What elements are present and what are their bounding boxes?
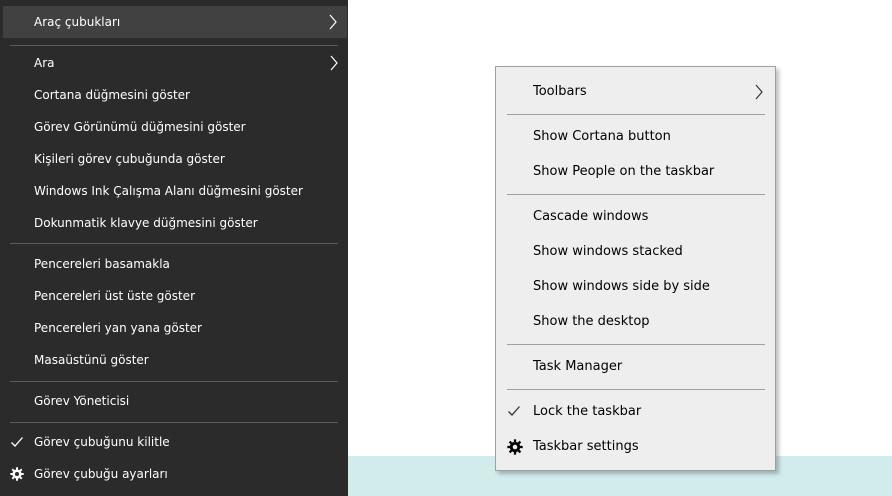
menu-item-kilitle[interactable]: Görev çubuğunu kilitle <box>0 426 348 458</box>
checkmark-icon <box>508 406 520 416</box>
menu-item-label: Görev çubuğu ayarları <box>34 467 168 481</box>
menu-item-show-cortana[interactable]: Show Cortana button <box>496 119 775 154</box>
menu-separator <box>507 389 765 390</box>
menu-item-label: Pencereleri üst üste göster <box>34 289 195 303</box>
menu-item-windows-ink[interactable]: Windows Ink Çalışma Alanı düğmesini göst… <box>0 175 348 207</box>
menu-item-label: Toolbars <box>533 84 587 99</box>
gear-icon <box>507 439 523 455</box>
menu-item-label: Görev Görünümü düğmesini göster <box>34 120 246 134</box>
menu-item-label: Araç çubukları <box>34 15 121 29</box>
menu-item-label: Ara <box>34 56 55 70</box>
menu-item-label: Görev Yöneticisi <box>34 394 130 408</box>
menu-item-ara[interactable]: Ara <box>0 47 348 79</box>
menu-item-arac-cubuklari[interactable]: Araç çubukları <box>3 6 347 38</box>
menu-item-label: Cascade windows <box>533 209 649 224</box>
menu-item-label: Görev çubuğunu kilitle <box>34 435 170 449</box>
menu-separator <box>507 344 765 345</box>
menu-item-label: Show windows side by side <box>533 279 710 294</box>
menu-separator <box>10 45 338 46</box>
menu-item-dokunmatik-klavye[interactable]: Dokunmatik klavye düğmesini göster <box>0 207 348 239</box>
menu-item-label: Masaüstünü göster <box>34 353 149 367</box>
menu-item-label: Dokunmatik klavye düğmesini göster <box>34 216 258 230</box>
chevron-right-icon <box>330 55 338 71</box>
dark-context-menu: Araç çubukları Ara Cortana düğmesini gös… <box>0 0 348 496</box>
menu-item-label: Cortana düğmesini göster <box>34 88 190 102</box>
menu-item-ayarlar[interactable]: Görev çubuğu ayarları <box>0 458 348 490</box>
menu-item-label: Kişileri görev çubuğunda göster <box>34 152 225 166</box>
menu-item-label: Show windows stacked <box>533 244 683 259</box>
menu-item-label: Task Manager <box>533 359 623 374</box>
menu-item-gorev-gorunumu[interactable]: Görev Görünümü düğmesini göster <box>0 111 348 143</box>
menu-item-cascade[interactable]: Cascade windows <box>496 199 775 234</box>
menu-item-ust-uste[interactable]: Pencereleri üst üste göster <box>0 280 348 312</box>
checkmark-icon <box>11 437 23 447</box>
menu-item-yan-yana[interactable]: Pencereleri yan yana göster <box>0 312 348 344</box>
menu-item-stacked[interactable]: Show windows stacked <box>496 234 775 269</box>
menu-item-show-people[interactable]: Show People on the taskbar <box>496 154 775 189</box>
menu-item-label: Show People on the taskbar <box>533 164 715 179</box>
menu-item-label: Pencereleri yan yana göster <box>34 321 202 335</box>
menu-separator <box>10 381 338 382</box>
menu-separator <box>507 194 765 195</box>
menu-item-label: Taskbar settings <box>533 439 639 454</box>
menu-item-kisiler[interactable]: Kişileri görev çubuğunda göster <box>0 143 348 175</box>
menu-separator <box>10 422 338 423</box>
menu-item-label: Windows Ink Çalışma Alanı düğmesini göst… <box>34 184 303 198</box>
menu-item-gorev-yoneticisi[interactable]: Görev Yöneticisi <box>0 385 348 417</box>
menu-separator <box>507 114 765 115</box>
menu-item-taskbar-settings[interactable]: Taskbar settings <box>496 429 775 464</box>
menu-item-label: Lock the taskbar <box>533 404 642 419</box>
menu-item-lock-taskbar[interactable]: Lock the taskbar <box>496 394 775 429</box>
menu-item-label: Show the desktop <box>533 314 650 329</box>
menu-item-task-manager[interactable]: Task Manager <box>496 349 775 384</box>
menu-separator <box>10 243 338 244</box>
menu-item-masaustu[interactable]: Masaüstünü göster <box>0 344 348 376</box>
menu-item-cortana[interactable]: Cortana düğmesini göster <box>0 79 348 111</box>
gear-icon <box>10 467 24 481</box>
chevron-right-icon <box>329 14 337 30</box>
menu-item-toolbars[interactable]: Toolbars <box>496 74 775 109</box>
menu-item-show-desktop[interactable]: Show the desktop <box>496 304 775 339</box>
menu-item-side-by-side[interactable]: Show windows side by side <box>496 269 775 304</box>
menu-item-label: Show Cortana button <box>533 129 671 144</box>
menu-item-label: Pencereleri basamakla <box>34 257 170 271</box>
light-context-menu: Toolbars Show Cortana button Show People… <box>495 66 776 471</box>
menu-item-basamakla[interactable]: Pencereleri basamakla <box>0 248 348 280</box>
chevron-right-icon <box>755 84 763 100</box>
